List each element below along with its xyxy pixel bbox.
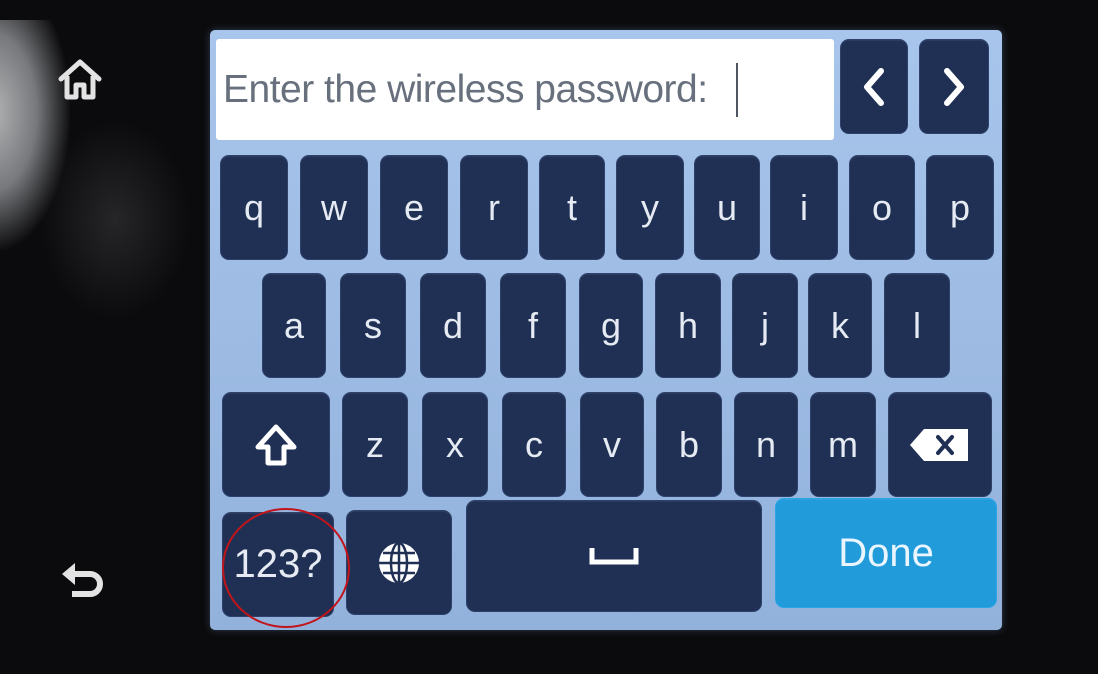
key-v[interactable]: v: [580, 392, 644, 497]
numbers-symbols-key[interactable]: 123?: [222, 512, 334, 617]
password-prompt: Enter the wireless password:: [223, 67, 708, 111]
cursor-right-button[interactable]: [919, 39, 989, 134]
key-o[interactable]: o: [849, 155, 915, 260]
back-arrow-icon: [62, 563, 103, 597]
key-w[interactable]: w: [300, 155, 368, 260]
key-j[interactable]: j: [732, 273, 798, 378]
back-button[interactable]: [58, 554, 110, 606]
backspace-icon: [910, 428, 968, 461]
key-l[interactable]: l: [884, 273, 950, 378]
key-p[interactable]: p: [926, 155, 994, 260]
globe-icon: [379, 541, 419, 584]
key-u[interactable]: u: [694, 155, 760, 260]
done-button[interactable]: Done: [775, 498, 997, 608]
home-icon: [58, 59, 102, 100]
cursor-left-button[interactable]: [840, 39, 908, 134]
key-f[interactable]: f: [500, 273, 566, 378]
key-m[interactable]: m: [810, 392, 876, 497]
key-i[interactable]: i: [770, 155, 838, 260]
space-bar-icon: [589, 548, 639, 565]
home-button[interactable]: [54, 54, 106, 106]
shift-key[interactable]: [222, 392, 330, 497]
space-key[interactable]: [466, 500, 762, 612]
key-d[interactable]: d: [420, 273, 486, 378]
key-a[interactable]: a: [262, 273, 326, 378]
key-b[interactable]: b: [656, 392, 722, 497]
bezel-shade: [40, 120, 190, 320]
key-z[interactable]: z: [342, 392, 408, 497]
key-s[interactable]: s: [340, 273, 406, 378]
key-g[interactable]: g: [579, 273, 643, 378]
chevron-left-icon: [864, 67, 884, 106]
key-y[interactable]: y: [616, 155, 684, 260]
backspace-key[interactable]: [888, 392, 992, 497]
key-x[interactable]: x: [422, 392, 488, 497]
key-n[interactable]: n: [734, 392, 798, 497]
key-c[interactable]: c: [502, 392, 566, 497]
chevron-right-icon: [944, 67, 964, 106]
key-q[interactable]: q: [220, 155, 288, 260]
touch-screen: Enter the wireless password: q w e r t y…: [210, 30, 1002, 630]
shift-arrow-icon: [255, 424, 297, 465]
key-t[interactable]: t: [539, 155, 605, 260]
key-e[interactable]: e: [380, 155, 448, 260]
key-h[interactable]: h: [655, 273, 721, 378]
key-r[interactable]: r: [460, 155, 528, 260]
key-k[interactable]: k: [808, 273, 872, 378]
password-input[interactable]: Enter the wireless password:: [216, 39, 834, 140]
language-key[interactable]: [346, 510, 452, 615]
text-cursor: [735, 62, 738, 117]
